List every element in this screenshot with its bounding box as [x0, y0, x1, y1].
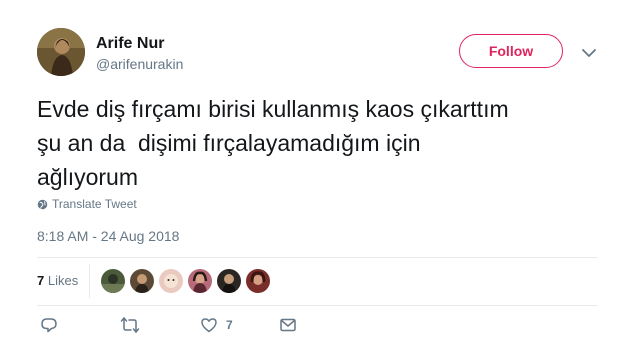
chevron-down-icon[interactable] [580, 44, 598, 62]
author-username[interactable]: @arifenurakin [96, 56, 183, 72]
liker-avatar[interactable] [130, 269, 154, 293]
translate-tweet-link[interactable]: Translate Tweet [37, 197, 137, 211]
retweet-icon [120, 317, 140, 333]
direct-message-button[interactable] [279, 316, 297, 334]
tweet-actions: 7 [37, 316, 337, 338]
follow-button[interactable]: Follow [459, 34, 563, 68]
stats-separator [89, 264, 90, 298]
translate-tweet-label: Translate Tweet [52, 197, 137, 211]
tweet-card: Arife Nur @arifenurakin Follow Evde diş … [0, 0, 636, 346]
liker-avatar[interactable] [101, 269, 125, 293]
avatar-image [37, 28, 85, 76]
liker-avatar[interactable] [159, 269, 183, 293]
likes-label: Likes [47, 273, 79, 288]
like-count: 7 [226, 318, 233, 332]
avatar[interactable] [37, 28, 85, 76]
like-button[interactable]: 7 [200, 316, 233, 334]
liker-avatar[interactable] [217, 269, 241, 293]
tweet-text: Evde diş fırçamı birisi kullanmış kaos ç… [37, 96, 509, 190]
reply-button[interactable] [40, 316, 58, 334]
reply-icon [41, 318, 57, 333]
likes-count: 7 [37, 273, 45, 288]
liker-avatar[interactable] [188, 269, 212, 293]
liker-avatar[interactable] [246, 269, 270, 293]
divider [37, 257, 598, 258]
heart-icon [201, 318, 217, 333]
divider [37, 305, 598, 306]
author-fullname[interactable]: Arife Nur [96, 35, 164, 53]
likes-stat[interactable]: 7 Likes [37, 273, 78, 288]
tweet-timestamp[interactable]: 8:18 AM - 24 Aug 2018 [37, 228, 179, 244]
likers-avatars [101, 269, 275, 293]
globe-icon [37, 199, 48, 209]
envelope-icon [280, 318, 296, 332]
retweet-button[interactable] [120, 316, 140, 334]
